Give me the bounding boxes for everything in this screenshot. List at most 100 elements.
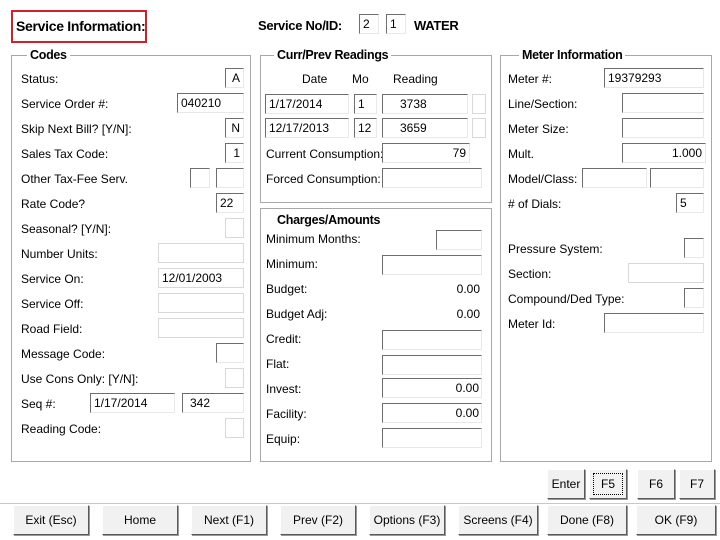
- service-order-label: Service Order #:: [21, 97, 109, 111]
- credit-label: Credit:: [266, 332, 302, 346]
- flat-label: Flat:: [266, 357, 290, 371]
- meter-no-field[interactable]: 19379293: [604, 68, 704, 88]
- service-id-field[interactable]: 1: [386, 14, 406, 34]
- meter-no-label: Meter #:: [508, 72, 553, 86]
- status-label: Status:: [21, 72, 59, 86]
- sales-tax-field[interactable]: 1: [225, 143, 244, 163]
- prev-reading-field[interactable]: 3659: [382, 118, 468, 138]
- other-tax-label: Other Tax-Fee Serv.: [21, 172, 128, 186]
- seq-label: Seq #:: [21, 397, 56, 411]
- readings-col-reading: Reading: [393, 72, 438, 86]
- rate-code-field[interactable]: 22: [216, 193, 244, 213]
- skip-next-bill-field[interactable]: N: [225, 118, 244, 138]
- credit-field[interactable]: [382, 330, 482, 350]
- facility-label: Facility:: [266, 407, 307, 421]
- service-type-label: WATER: [414, 18, 459, 33]
- prev-mo-field[interactable]: 12: [354, 118, 377, 138]
- reading-code-field[interactable]: [225, 418, 244, 438]
- options-button[interactable]: Options (F3): [369, 505, 445, 535]
- compound-field[interactable]: [684, 288, 704, 308]
- use-cons-only-field[interactable]: [225, 368, 244, 388]
- number-units-field[interactable]: [158, 243, 244, 263]
- sales-tax-label: Sales Tax Code:: [21, 147, 109, 161]
- class-field[interactable]: [650, 168, 704, 188]
- meter-title: Meter Information: [519, 47, 626, 63]
- home-button[interactable]: Home: [102, 505, 178, 535]
- skip-next-bill-label: Skip Next Bill? [Y/N]:: [21, 122, 132, 136]
- page-title: Service Information:: [16, 18, 146, 34]
- forced-consumption-label: Forced Consumption:: [266, 172, 381, 186]
- line-section-field[interactable]: [622, 93, 704, 113]
- prev-extra-field[interactable]: [472, 118, 486, 138]
- seasonal-field[interactable]: [225, 218, 244, 238]
- invest-field[interactable]: 0.00: [382, 378, 482, 398]
- budget-field[interactable]: 0.00: [382, 280, 482, 300]
- equip-field[interactable]: [382, 428, 482, 448]
- other-tax-field-1[interactable]: [190, 168, 210, 188]
- pressure-system-label: Pressure System:: [508, 242, 603, 256]
- minimum-months-field[interactable]: [436, 230, 482, 250]
- minimum-field[interactable]: [382, 255, 482, 275]
- model-class-label: Model/Class:: [508, 172, 578, 186]
- seasonal-label: Seasonal? [Y/N]:: [21, 222, 112, 236]
- budget-adj-field[interactable]: 0.00: [382, 305, 482, 325]
- message-code-label: Message Code:: [21, 347, 106, 361]
- service-no-field[interactable]: 2: [359, 14, 379, 34]
- road-field-field[interactable]: [158, 318, 244, 338]
- screens-button[interactable]: Screens (F4): [458, 505, 538, 535]
- mult-field[interactable]: 1.000: [622, 143, 706, 163]
- forced-consumption-field[interactable]: [382, 168, 482, 188]
- exit-button[interactable]: Exit (Esc): [13, 505, 89, 535]
- pressure-system-field[interactable]: [684, 238, 704, 258]
- f5-button[interactable]: F5: [589, 469, 627, 499]
- service-no-label: Service No/ID:: [258, 18, 342, 33]
- prev-button[interactable]: Prev (F2): [280, 505, 356, 535]
- meter-size-field[interactable]: [622, 118, 704, 138]
- curr-mo-field[interactable]: 1: [354, 94, 377, 114]
- service-off-field[interactable]: [158, 293, 244, 313]
- minimum-label: Minimum:: [266, 257, 319, 271]
- flat-field[interactable]: [382, 355, 482, 375]
- service-off-label: Service Off:: [21, 297, 84, 311]
- meter-size-label: Meter Size:: [508, 122, 569, 136]
- model-field[interactable]: [582, 168, 647, 188]
- service-on-field[interactable]: 12/01/2003: [158, 268, 244, 288]
- curr-date-field[interactable]: 1/17/2014: [265, 94, 349, 114]
- f7-button[interactable]: F7: [679, 469, 715, 499]
- compound-label: Compound/Ded Type:: [508, 292, 625, 306]
- curr-reading-field[interactable]: 3738: [382, 94, 468, 114]
- other-tax-field-2[interactable]: [216, 168, 244, 188]
- invest-label: Invest:: [266, 382, 302, 396]
- enter-button[interactable]: Enter: [547, 469, 585, 499]
- meter-group: Meter Information: [500, 47, 712, 462]
- message-code-field[interactable]: [216, 343, 244, 363]
- curr-extra-field[interactable]: [472, 94, 486, 114]
- service-order-field[interactable]: 040210: [177, 93, 244, 113]
- meter-id-label: Meter Id:: [508, 317, 556, 331]
- codes-title: Codes: [27, 47, 70, 63]
- current-consumption-field[interactable]: 79: [382, 143, 470, 163]
- dials-label: # of Dials:: [508, 197, 562, 211]
- mult-label: Mult.: [508, 147, 535, 161]
- dials-field[interactable]: 5: [676, 193, 704, 213]
- road-field-label: Road Field:: [21, 322, 83, 336]
- ok-button[interactable]: OK (F9): [636, 505, 716, 535]
- readings-col-mo: Mo: [352, 72, 369, 86]
- next-button[interactable]: Next (F1): [191, 505, 267, 535]
- number-units-label: Number Units:: [21, 247, 98, 261]
- line-section-label: Line/Section:: [508, 97, 578, 111]
- status-field[interactable]: A: [225, 68, 244, 88]
- meter-id-field[interactable]: [604, 313, 704, 333]
- f6-button[interactable]: F6: [637, 469, 675, 499]
- prev-date-field[interactable]: 12/17/2013: [265, 118, 349, 138]
- charges-title: Charges/Amounts: [277, 213, 381, 227]
- section-field[interactable]: [628, 263, 704, 283]
- readings-title: Curr/Prev Readings: [274, 47, 392, 63]
- seq-number-field[interactable]: 342: [182, 393, 244, 413]
- done-button[interactable]: Done (F8): [547, 505, 627, 535]
- seq-date-field[interactable]: 1/17/2014: [90, 393, 175, 413]
- current-consumption-label: Current Consumption:: [266, 147, 384, 161]
- budget-label: Budget:: [266, 282, 308, 296]
- facility-field[interactable]: 0.00: [382, 403, 482, 423]
- service-on-label: Service On:: [21, 272, 84, 286]
